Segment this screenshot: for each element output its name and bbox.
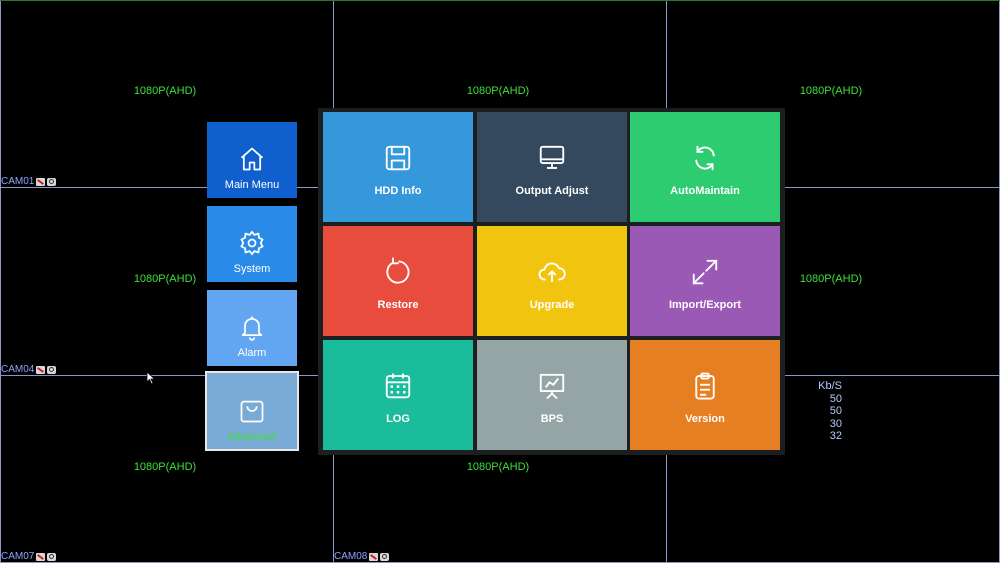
mouse-cursor-icon	[146, 371, 156, 385]
tile-log[interactable]: LOG	[323, 340, 473, 450]
tile-version[interactable]: Version	[630, 340, 780, 450]
cloud-upload-icon	[538, 262, 566, 282]
advanced-menu-panel: HDD Info Output Adjust AutoMaintain Rest…	[318, 108, 785, 455]
resolution-label: 1080P(AHD)	[133, 85, 197, 97]
restore-icon	[386, 257, 410, 284]
bitrate-value: 30	[829, 417, 842, 430]
camera-label-cam07: CAM07	[1, 551, 57, 562]
audio-mute-icon	[36, 177, 46, 186]
camera-name: CAM04	[1, 364, 35, 375]
side-menu-label: Main Menu	[224, 179, 280, 191]
resolution-label: 1080P(AHD)	[466, 85, 530, 97]
side-menu-alarm[interactable]: Alarm	[207, 290, 297, 366]
clipboard-icon	[695, 372, 715, 400]
side-menu-system[interactable]: System	[207, 206, 297, 282]
tile-label: Version	[685, 413, 725, 425]
resolution-label: 1080P(AHD)	[133, 461, 197, 473]
tile-hdd-info[interactable]: HDD Info	[323, 112, 473, 222]
camera-label-cam04: CAM04	[1, 364, 57, 375]
tile-output-adjust[interactable]: Output Adjust	[477, 112, 627, 222]
camera-name: CAM08	[334, 551, 368, 562]
side-menu-label: Advanced	[227, 431, 277, 443]
tile-label: Upgrade	[529, 299, 575, 311]
resolution-label: 1080P(AHD)	[466, 461, 530, 473]
tile-label: Restore	[377, 299, 419, 311]
camera-name: CAM01	[1, 176, 35, 187]
tile-label: AutoMaintain	[670, 185, 740, 197]
bitrate-value: 50	[829, 405, 842, 417]
camera-label-cam08: CAM08	[334, 551, 390, 562]
tile-label: Import/Export	[668, 299, 742, 311]
bitrate-value: 32	[829, 430, 842, 442]
tile-label: Output Adjust	[515, 185, 589, 197]
side-menu-advanced[interactable]: Advanced	[205, 371, 299, 451]
record-icon	[380, 552, 390, 561]
home-icon	[240, 147, 264, 171]
bitrate-unit: Kb/S	[818, 380, 842, 392]
side-menu-label: Alarm	[237, 347, 267, 359]
presentation-chart-icon	[539, 373, 565, 400]
grid-line-h0	[0, 0, 1000, 1]
bitrate-readout: Kb/S 50 50 30 32	[812, 380, 842, 443]
audio-mute-icon	[36, 365, 46, 374]
grid-line-v0	[0, 0, 1, 563]
tile-import-export[interactable]: Import/Export	[630, 226, 780, 336]
bag-icon	[240, 400, 264, 423]
calendar-icon	[385, 373, 411, 399]
gear-icon	[240, 230, 264, 256]
audio-mute-icon	[36, 552, 46, 561]
record-icon	[47, 552, 57, 561]
expand-arrows-icon	[692, 259, 718, 285]
tile-upgrade[interactable]: Upgrade	[477, 226, 627, 336]
tile-label: HDD Info	[374, 185, 422, 197]
tile-restore[interactable]: Restore	[323, 226, 473, 336]
bitrate-value: 50	[829, 392, 842, 405]
tile-label: BPS	[540, 413, 564, 425]
audio-mute-icon	[369, 552, 379, 561]
floppy-icon	[385, 145, 411, 171]
side-menu-label: System	[233, 263, 271, 275]
bell-icon	[241, 316, 263, 341]
tile-automaintain[interactable]: AutoMaintain	[630, 112, 780, 222]
resolution-label: 1080P(AHD)	[799, 273, 863, 285]
monitor-icon	[539, 145, 565, 169]
tile-bps[interactable]: BPS	[477, 340, 627, 450]
camera-label-cam01: CAM01	[1, 176, 57, 187]
refresh-icon	[695, 145, 715, 171]
record-icon	[47, 365, 57, 374]
record-icon	[47, 177, 57, 186]
tile-label: LOG	[386, 413, 410, 425]
camera-name: CAM07	[1, 551, 35, 562]
dvr-screen: 1080P(AHD) 1080P(AHD) 1080P(AHD) 1080P(A…	[0, 0, 1000, 563]
side-menu-main-menu[interactable]: Main Menu	[207, 122, 297, 198]
resolution-label: 1080P(AHD)	[799, 85, 863, 97]
